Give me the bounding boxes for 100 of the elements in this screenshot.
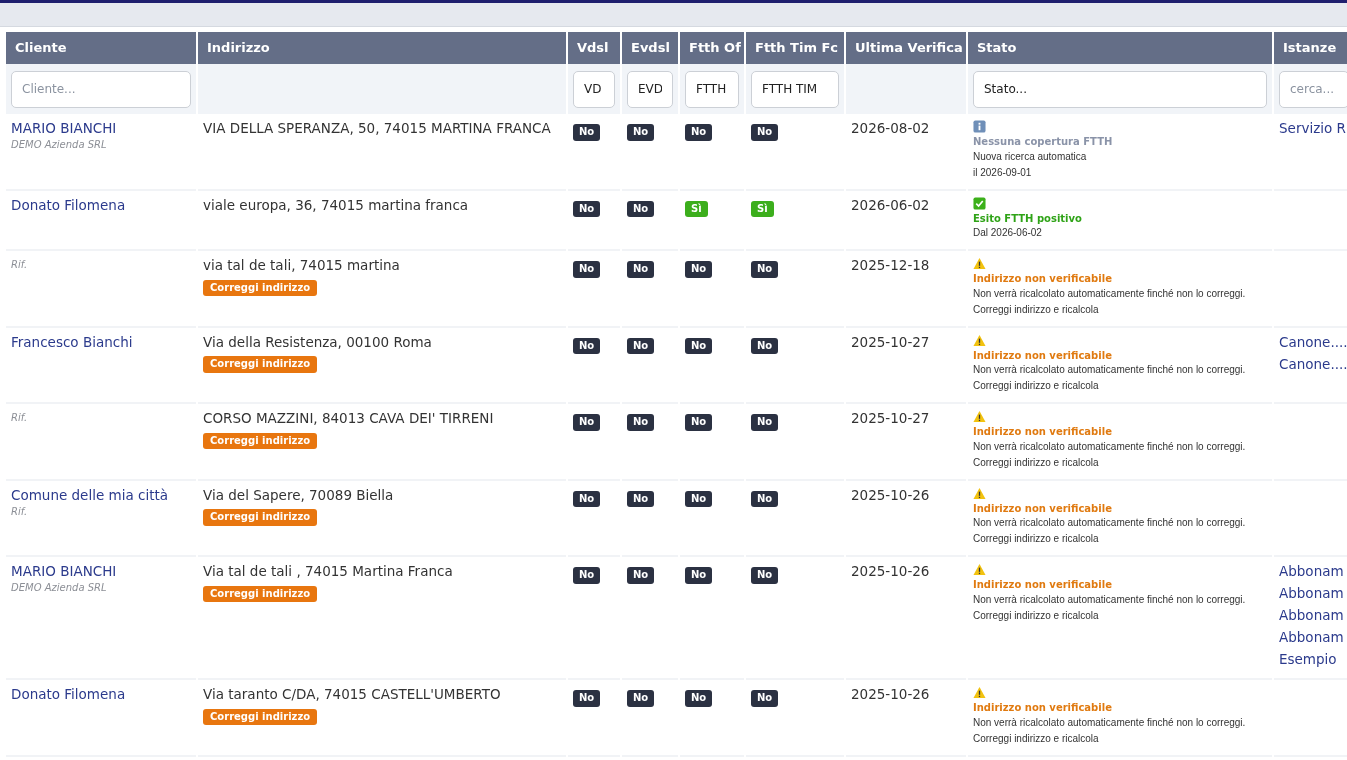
client-link[interactable]: MARIO BIANCHI (11, 563, 117, 579)
status-badge: No (751, 690, 779, 707)
status-badge: No (573, 200, 601, 217)
status-badge: No (627, 261, 655, 278)
client-note: DEMO Azienda SRL (11, 582, 108, 595)
status-badge: No (573, 261, 601, 278)
instance-link[interactable]: Abbonam (1279, 604, 1347, 626)
date-text: 2025-10-27 (851, 410, 931, 427)
status-badge: No (685, 567, 713, 584)
client-link[interactable]: Comune delle mia città (11, 486, 169, 503)
address-text: Via tal de tali , 74015 Martina Franca (203, 563, 454, 580)
status-badge: No (685, 261, 713, 278)
status-badge: No (627, 414, 655, 431)
status-note: Correggi indirizzo e ricalcola (973, 379, 1100, 393)
column-header: Ftth Of (680, 32, 744, 64)
address-text: viale europa, 36, 74015 martina franca (203, 196, 470, 214)
status-badge: No (627, 567, 655, 584)
status-badge: No (685, 690, 713, 707)
status-badge: No (627, 690, 655, 707)
instance-link[interactable]: Servizio R (1279, 117, 1347, 139)
status-title: Indirizzo non verificabile (973, 502, 1113, 515)
address-text: via tal de tali, 74015 martina (203, 257, 401, 274)
client-link[interactable]: Donato Filomena (11, 196, 126, 213)
status-note: Correggi indirizzo e ricalcola (973, 608, 1100, 623)
status-badge: Sì (751, 200, 774, 217)
status-badge: No (573, 690, 601, 707)
status-note: il 2026-09-01 (973, 165, 1033, 180)
status-badge: No (685, 414, 713, 431)
status-note: Non verrà ricalcolato automaticamente finché non lo correggi. (973, 715, 1247, 730)
instance-link[interactable]: Esempio (1279, 648, 1347, 670)
status-badge: No (573, 414, 601, 431)
status-badge: No (685, 124, 713, 141)
status-title: Indirizzo non verificabile (973, 273, 1113, 286)
status-badge: No (573, 337, 601, 354)
column-header: Cliente (6, 32, 196, 64)
filter-field[interactable]: Stato... (973, 70, 1267, 108)
client-note: Rif. (11, 412, 29, 425)
column-header: Ultima Verifica (846, 32, 966, 64)
status-note: Non verrà ricalcolato automaticamente finché non lo correggi. (973, 592, 1247, 607)
address-text: CORSO MAZZINI, 84013 CAVA DEI' TIRRENI (203, 410, 495, 427)
status-note: Correggi indirizzo e ricalcola (973, 455, 1100, 470)
column-header: Istanze (1274, 32, 1347, 64)
column-header: Evdsl (622, 32, 678, 64)
instance-link[interactable]: Abbonam (1279, 582, 1347, 604)
status-badge: No (627, 124, 655, 141)
status-badge: No (685, 490, 713, 507)
filter-field[interactable]: Cliente... (11, 70, 191, 108)
status-title: Nessuna copertura FTTH (973, 136, 1114, 149)
filter-field[interactable]: cerca... (1279, 70, 1347, 108)
status-note: Correggi indirizzo e ricalcola (973, 302, 1100, 317)
client-link[interactable]: Francesco Bianchi (11, 333, 133, 350)
status-note: Nuova ricerca automatica (973, 149, 1088, 164)
status-badge: No (627, 490, 655, 507)
date-text: 2026-08-02 (851, 120, 931, 137)
client-note: DEMO Azienda SRL (11, 139, 108, 152)
instance-link[interactable]: Canone.... (1279, 352, 1347, 375)
status-badge: No (573, 567, 601, 584)
client-note: Rif. (11, 505, 29, 519)
status-badge: No (685, 337, 713, 354)
date-text: 2025-12-18 (851, 257, 931, 274)
address-text: Via della Resistenza, 00100 Roma (203, 333, 433, 351)
address-text: Via del Sapere, 70089 Biella (203, 486, 395, 504)
filter-field[interactable]: EVD (627, 70, 673, 108)
status-note: Dal 2026-06-02 (973, 226, 1043, 240)
filter-field[interactable]: VD (573, 70, 615, 108)
status-badge: No (573, 124, 601, 141)
status-note: Correggi indirizzo e ricalcola (973, 731, 1100, 746)
column-header: Ftth Tim Fc (746, 32, 844, 64)
status-title: Indirizzo non verificabile (973, 349, 1113, 362)
date-text: 2025-10-26 (851, 686, 931, 703)
status-badge: No (627, 337, 655, 354)
address-text: VIA DELLA SPERANZA, 50, 74015 MARTINA FRANCA (203, 120, 552, 137)
status-badge: No (751, 124, 779, 141)
status-title: Esito FTTH positivo (973, 212, 1083, 225)
instance-link[interactable]: Abbonam (1279, 560, 1347, 582)
date-text: 2025-10-26 (851, 563, 931, 580)
client-link[interactable]: Donato Filomena (11, 686, 126, 702)
status-note: Non verrà ricalcolato automaticamente finché non lo correggi. (973, 439, 1247, 454)
client-note: Rif. (11, 259, 29, 272)
filter-field[interactable]: FTTH TIM (751, 70, 839, 108)
status-note: Non verrà ricalcolato automaticamente finché non lo correggi. (973, 363, 1247, 377)
status-title: Indirizzo non verificabile (973, 702, 1113, 715)
column-header: Stato (968, 32, 1272, 64)
filter-field[interactable]: FTTH (685, 70, 739, 108)
status-badge: No (751, 414, 779, 431)
date-text: 2025-10-27 (851, 333, 931, 351)
status-note: Non verrà ricalcolato automaticamente finché non lo correggi. (973, 286, 1247, 301)
date-text: 2026-06-02 (851, 196, 931, 214)
column-header: Vdsl (568, 32, 620, 64)
instance-link[interactable]: Abbonam (1279, 626, 1347, 648)
status-badge: No (751, 490, 779, 507)
status-badge: No (627, 200, 655, 217)
status-badge: No (751, 567, 779, 584)
date-text: 2025-10-26 (851, 486, 931, 504)
address-text: Via taranto C/DA, 74015 CASTELL'UMBERTO (203, 686, 502, 703)
status-title: Indirizzo non verificabile (973, 579, 1113, 592)
instance-link[interactable]: Canone.... (1279, 330, 1347, 353)
status-badge: No (751, 337, 779, 354)
status-note: Correggi indirizzo e ricalcola (973, 532, 1100, 546)
client-link[interactable]: MARIO BIANCHI (11, 120, 117, 136)
